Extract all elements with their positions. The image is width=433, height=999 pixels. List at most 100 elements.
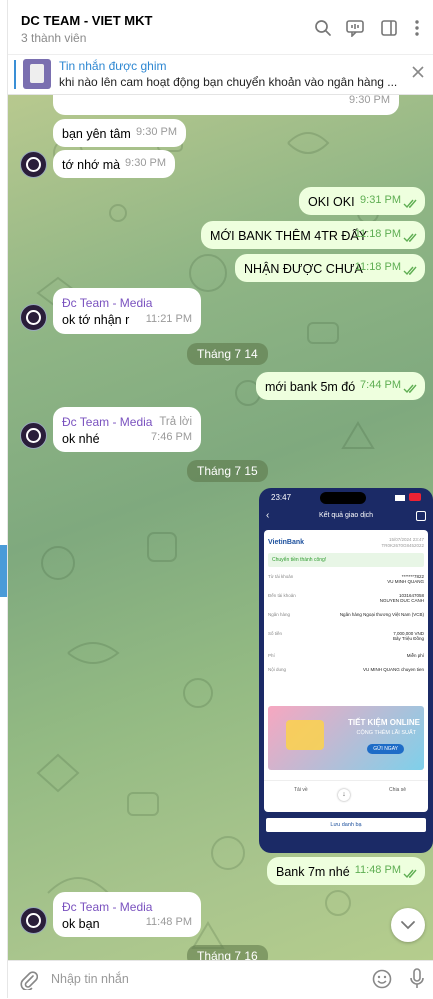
message-time: 9:30 PM: [349, 94, 390, 106]
pinned-accent-bar: [14, 60, 16, 89]
download-button[interactable]: Tải về: [294, 787, 308, 793]
message-text: MỚI BANK THÊM 4TR ĐẤY: [210, 229, 368, 243]
avatar[interactable]: [20, 907, 47, 934]
phone-status-time: 23:47: [271, 493, 292, 502]
message-time: 9:30 PM: [136, 126, 177, 138]
date-separator: Tháng 7 16: [187, 945, 268, 960]
message-time: 9:31 PM: [360, 194, 401, 206]
more-options-icon[interactable]: [406, 17, 428, 39]
date-separator: Tháng 7 15: [187, 460, 268, 482]
member-count: 3 thành viên: [21, 31, 87, 45]
message-time: 11:48 PM: [145, 916, 192, 928]
emoji-icon[interactable]: [372, 969, 392, 992]
message-bubble-outgoing[interactable]: NHẬN ĐƯỢC CHƯA 11:18 PM: [235, 254, 425, 282]
scroll-down-icon[interactable]: ↓: [338, 789, 350, 801]
receipt-app-bar: ‹ Kết quả giao dịch: [259, 507, 433, 527]
message-input[interactable]: Nhập tin nhắn: [51, 972, 129, 986]
phone-status-icons: [387, 493, 421, 501]
date-separator: Tháng 7 14: [187, 343, 268, 365]
message-time: 9:30 PM: [125, 157, 166, 169]
message-bubble-incoming[interactable]: Đc Team - Media Trả lời ok nhé 7:46 PM: [53, 407, 201, 452]
promo-title: TIẾT KIỆM ONLINE: [348, 718, 420, 727]
message-composer: Nhập tin nhắn: [8, 960, 433, 999]
sidebar-toggle-icon[interactable]: [378, 17, 400, 39]
success-text: Chuyển tiền thành công!: [272, 557, 327, 563]
avatar[interactable]: [20, 304, 47, 331]
success-banner: Chuyển tiền thành công!: [268, 553, 424, 567]
phone-call-icon[interactable]: [416, 511, 426, 521]
detail-label: Từ tài khoản: [268, 574, 294, 579]
message-text: Bank 7m nhé: [276, 865, 350, 879]
message-bubble-incoming[interactable]: Đc Team - Media ok tớ nhận r 11:21 PM: [53, 288, 201, 334]
message-text: ok nhé: [62, 432, 100, 446]
detail-value: Ngân hàng Ngoại thương Việt Nam (VCB): [339, 612, 424, 617]
avatar[interactable]: [20, 151, 47, 178]
message-text: tớ nhớ mà: [62, 158, 121, 172]
message-text: mới bank 5m đó: [265, 380, 356, 394]
receipt-screen-title: Kết quả giao dịch: [318, 512, 374, 519]
promo-banner[interactable]: TIẾT KIỆM ONLINE CỘNG THÊM LÃI SUẤT GỬI …: [268, 706, 424, 770]
message-time: 7:46 PM: [151, 431, 192, 443]
read-receipt-icon: [403, 384, 417, 394]
detail-label: Phí: [268, 653, 275, 658]
message-bubble-outgoing[interactable]: MỚI BANK THÊM 4TR ĐẤY 11:18 PM: [201, 221, 425, 249]
receipt-actions: Tải về ↓ Chia sẻ: [264, 780, 428, 801]
message-time: 7:44 PM: [360, 379, 401, 391]
close-icon[interactable]: [411, 65, 425, 82]
sender-name[interactable]: Đc Team - Media: [62, 295, 192, 312]
pinned-title: Tin nhắn được ghim: [59, 59, 167, 73]
share-button[interactable]: Chia sẻ: [389, 787, 406, 793]
detail-label: Ngân hàng: [268, 612, 291, 617]
message-bubble-incoming[interactable]: tớ nhớ mà 9:30 PM: [53, 150, 175, 178]
piggy-bank-icon: [286, 720, 324, 750]
detail-label: Nội dung: [268, 667, 287, 672]
detail-value: VU MINH QUANG chuyen tien: [362, 667, 424, 672]
phone-notch: [320, 492, 366, 504]
message-text: ok bạn: [62, 917, 100, 931]
message-bubble-incoming[interactable]: Đc Team - Media ok bạn 11:48 PM: [53, 892, 201, 937]
promo-subtitle: CỘNG THÊM LÃI SUẤT: [356, 730, 417, 736]
save-contact-button[interactable]: Lưu danh bạ: [266, 818, 426, 832]
message-bubble-outgoing[interactable]: OKI OKI 9:31 PM: [299, 187, 425, 215]
left-edge-panel: [0, 0, 8, 998]
message-time: 11:18 PM: [354, 228, 401, 240]
read-receipt-icon: [403, 199, 417, 209]
read-receipt-icon: [403, 233, 417, 243]
read-receipt-icon: [403, 266, 417, 276]
message-text: OKI OKI: [308, 195, 355, 209]
message-bubble-incoming[interactable]: bạn yên tâm 9:30 PM: [53, 119, 186, 147]
detail-label: Đến tài khoản: [268, 593, 296, 598]
attach-icon[interactable]: [20, 970, 39, 993]
detail-value: 7,000,000 VND Bảy Triệu Đồng: [392, 631, 424, 641]
detail-label: Số tiền: [268, 631, 283, 636]
message-time: 11:48 PM: [354, 864, 401, 876]
message-bubble-outgoing[interactable]: Bank 7m nhé 11:48 PM: [267, 857, 425, 885]
chat-header: DC TEAM - VIET MKT 3 thành viên: [8, 0, 433, 54]
detail-value: *******7822 VU MINH QUANG: [387, 574, 424, 584]
receipt-card: VietinBank 15/07/2024 23:47 TR0K2670G845…: [264, 530, 428, 812]
chat-area[interactable]: 9:30 PM bạn yên tâm 9:30 PM tớ nhớ mà 9:…: [8, 93, 433, 960]
message-bubble-partial[interactable]: 9:30 PM: [53, 93, 399, 115]
microphone-icon[interactable]: [410, 968, 424, 993]
pinned-message-bar[interactable]: Tin nhắn được ghim khi nào lên cam hoạt …: [8, 54, 433, 95]
pinned-thumbnail: [23, 59, 51, 89]
detail-value: Miễn phí: [406, 653, 424, 658]
chat-title[interactable]: DC TEAM - VIET MKT: [21, 13, 152, 28]
read-receipt-icon: [403, 869, 417, 879]
message-time: 11:18 PM: [354, 261, 401, 273]
receipt-photo[interactable]: 23:47 ‹ Kết quả giao dịch VietinBank 15/…: [259, 488, 433, 853]
search-icon[interactable]: [312, 17, 334, 39]
message-bubble-outgoing[interactable]: mới bank 5m đó 7:44 PM: [256, 372, 425, 400]
message-text: ok tớ nhận r: [62, 313, 130, 327]
message-text: bạn yên tâm: [62, 127, 131, 141]
scroll-to-bottom-button[interactable]: [391, 908, 425, 942]
pinned-text: khi nào lên cam hoạt động bạn chuyển kho…: [59, 75, 398, 89]
left-accent-marker: [0, 545, 7, 597]
chevron-down-icon: [401, 921, 415, 930]
message-time: 11:21 PM: [145, 313, 192, 325]
message-topics-icon[interactable]: [344, 17, 366, 39]
promo-button[interactable]: GỬI NGAY: [367, 744, 404, 754]
receipt-ref: TR0K2670G8452022: [381, 543, 424, 548]
avatar[interactable]: [20, 422, 47, 449]
detail-value: 1031647058 NGUYEN DUC CANH: [379, 593, 424, 603]
